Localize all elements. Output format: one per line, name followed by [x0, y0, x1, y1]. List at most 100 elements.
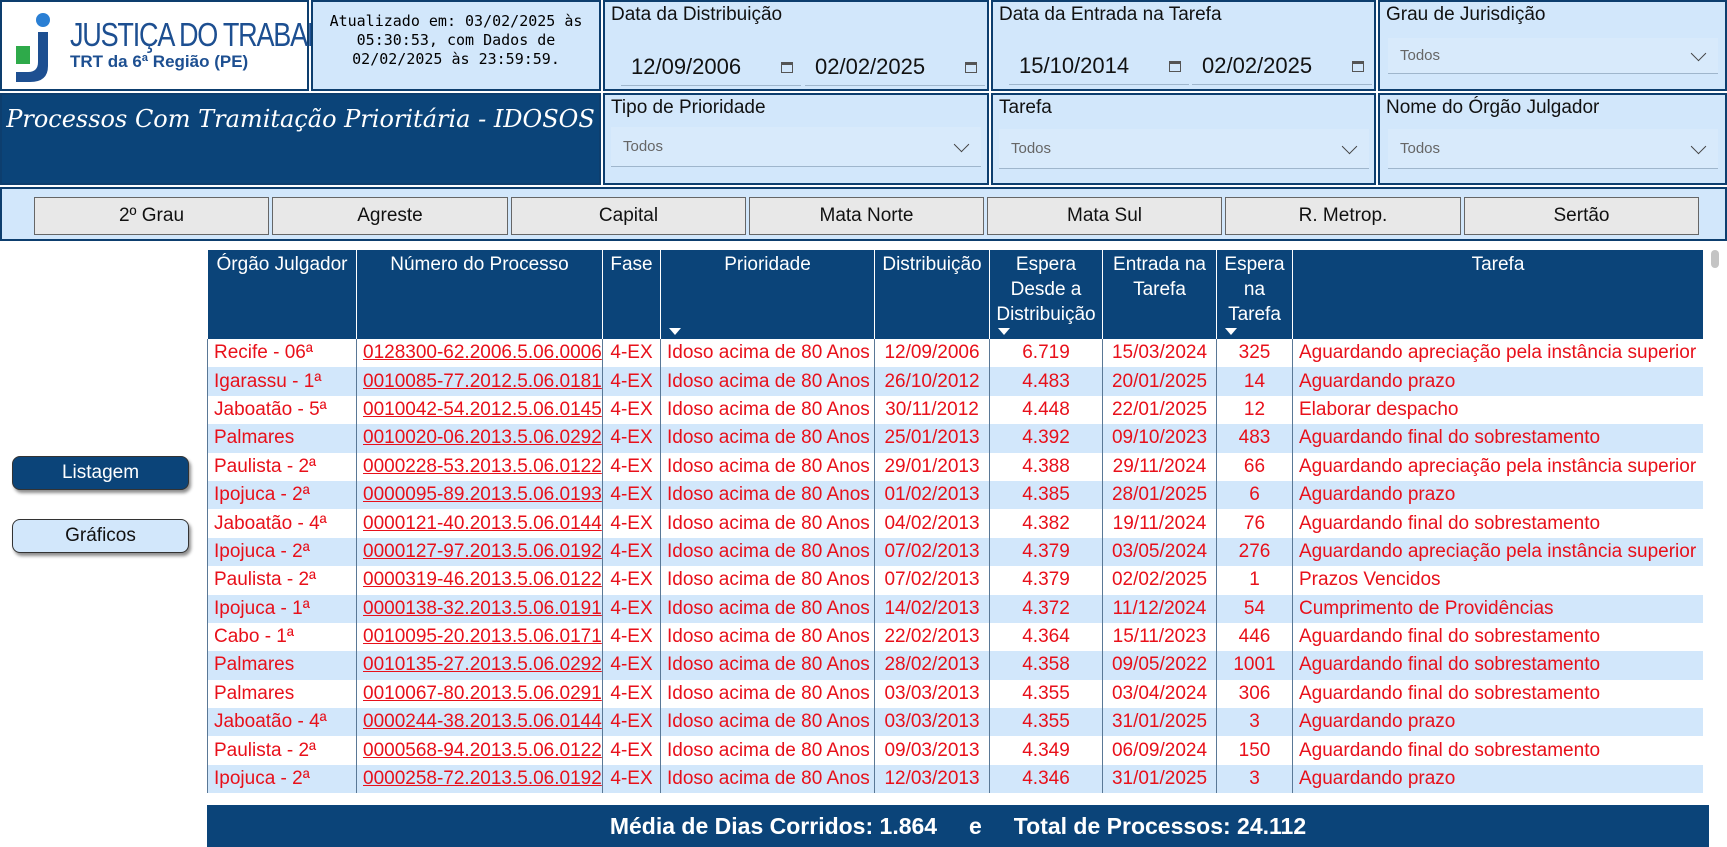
table-row[interactable]: Recife - 06ª 0128300-62.2006.5.06.0006 4-E… — [207, 339, 1703, 368]
tarefa-cell: Prazos Vencidos — [1292, 566, 1703, 595]
region-button-r-metrop[interactable]: R. Metrop. — [1225, 197, 1461, 235]
prioridade-dropdown[interactable]: Todos — [611, 127, 981, 167]
fase-cell: 4-EX — [602, 708, 661, 737]
numero-processo-link[interactable]: 0000244-38.2013.5.06.0144 — [356, 708, 603, 737]
table-row[interactable]: Ipojuca - 2ª 0000095-89.2013.5.06.0193 4-E… — [207, 480, 1703, 510]
espera-distribuicao-cell: 4.379 — [989, 537, 1103, 567]
numero-processo-link[interactable]: 0010020-06.2013.5.06.0292 — [356, 424, 603, 453]
table-row[interactable]: Jaboatão - 4ª 0000121-40.2013.5.06.0144 4-… — [207, 509, 1703, 538]
table-row[interactable]: Igarassu - 1ª 0010085-77.2012.5.06.0181 4-… — [207, 367, 1703, 396]
table-row[interactable]: Jaboatão - 5ª 0010042-54.2012.5.06.0145 4-… — [207, 395, 1703, 425]
entrada-tarefa-cell: 09/05/2022 — [1102, 651, 1217, 680]
tarefa-cell: Aguardando final do sobrestamento — [1292, 424, 1703, 453]
table-row[interactable]: Paulista - 2ª 0000228-53.2013.5.06.0122 4-… — [207, 452, 1703, 481]
date-end-input[interactable]: 02/02/2025 — [1192, 47, 1372, 85]
column-header-espera-distribuicao[interactable]: Espera Desde a Distribuição — [989, 250, 1103, 339]
grau-dropdown[interactable]: Todos — [1388, 38, 1718, 74]
filter-label: Tarefa — [999, 97, 1052, 118]
fase-cell: 4-EX — [602, 736, 661, 765]
column-header-orgao[interactable]: Órgão Julgador — [207, 250, 357, 339]
numero-processo-link[interactable]: 0000258-72.2013.5.06.0192 — [356, 764, 603, 794]
footer-separator — [982, 813, 1014, 840]
numero-processo-link[interactable]: 0000127-97.2013.5.06.0192 — [356, 537, 603, 567]
dropdown-value: Todos — [1011, 140, 1052, 157]
numero-processo-link[interactable]: 0010042-54.2012.5.06.0145 — [356, 395, 603, 425]
table-row[interactable]: Paulista - 2ª 0000319-46.2013.5.06.0122 4-… — [207, 566, 1703, 595]
date-start-input[interactable]: 12/09/2006 — [621, 48, 801, 86]
column-header-tarefa[interactable]: Tarefa — [1292, 250, 1703, 339]
region-button-mata-sul[interactable]: Mata Sul — [987, 197, 1222, 235]
numero-processo-link[interactable]: 0000121-40.2013.5.06.0144 — [356, 509, 603, 538]
header-label: Prioridade — [724, 254, 811, 275]
entrada-tarefa-cell: 31/01/2025 — [1102, 708, 1217, 737]
tarefa-cell: Aguardando final do sobrestamento — [1292, 509, 1703, 538]
listagem-button[interactable]: Listagem — [12, 456, 189, 490]
date-end-input[interactable]: 02/02/2025 — [805, 48, 985, 86]
numero-processo-link[interactable]: 0000095-89.2013.5.06.0193 — [356, 480, 603, 510]
numero-processo-link[interactable]: 0010095-20.2013.5.06.0171 — [356, 622, 603, 652]
calendar-icon[interactable] — [1352, 60, 1364, 72]
table-row[interactable]: Cabo - 1ª 0010095-20.2013.5.06.0171 4-EX Id… — [207, 622, 1703, 652]
date-start-input[interactable]: 15/10/2014 — [1009, 47, 1189, 85]
prioridade-cell: Idoso acima de 80 Anos — [660, 480, 875, 510]
column-header-prioridade[interactable]: Prioridade — [660, 250, 875, 339]
table-row[interactable]: Ipojuca - 2ª 0000127-97.2013.5.06.0192 4-E… — [207, 537, 1703, 567]
column-header-espera-tarefa[interactable]: Espera na Tarefa — [1216, 250, 1293, 339]
media-dias-text: Média de Dias Corridos: 1.864 — [609, 812, 938, 839]
orgao-dropdown[interactable]: Todos — [1388, 129, 1718, 169]
numero-processo-link[interactable]: 0010085-77.2012.5.06.0181 — [356, 367, 603, 396]
fase-cell: 4-EX — [602, 566, 661, 595]
table-row[interactable]: Ipojuca - 1ª 0000138-32.2013.5.06.0191 4-E… — [207, 594, 1703, 623]
filter-tipo-prioridade: Tipo de Prioridade Todos — [603, 93, 989, 185]
entrada-tarefa-cell: 29/11/2024 — [1102, 452, 1217, 481]
numero-processo-link[interactable]: 0000319-46.2013.5.06.0122 — [356, 566, 603, 595]
sort-down-icon[interactable] — [998, 328, 1010, 335]
numero-processo-link[interactable]: 0010067-80.2013.5.06.0291 — [356, 679, 603, 709]
numero-processo-link[interactable]: 0000138-32.2013.5.06.0191 — [356, 594, 603, 623]
column-header-numero[interactable]: Número do Processo — [356, 250, 603, 339]
region-button-agreste[interactable]: Agreste — [272, 197, 508, 235]
region-button-2-grau[interactable]: 2º Grau — [34, 197, 269, 235]
entrada-tarefa-cell: 28/01/2025 — [1102, 480, 1217, 510]
region-button-mata-norte[interactable]: Mata Norte — [749, 197, 984, 235]
orgao-cell: Jaboatão - 5ª — [207, 395, 357, 425]
numero-processo-link[interactable]: 0128300-62.2006.5.06.0006 — [356, 339, 603, 368]
sort-down-icon[interactable] — [669, 328, 681, 335]
table-row[interactable]: Palmares 0010067-80.2013.5.06.0291 4-EX Ido… — [207, 679, 1703, 709]
table-row[interactable]: Jaboatão - 4ª 0000244-38.2013.5.06.0144 4-… — [207, 708, 1703, 737]
tarefa-cell: Aguardando final do sobrestamento — [1292, 679, 1703, 709]
table-row[interactable]: Palmares 0010135-27.2013.5.06.0292 4-EX Ido… — [207, 651, 1703, 680]
espera-distribuicao-cell: 4.346 — [989, 764, 1103, 794]
espera-tarefa-cell: 3 — [1216, 708, 1293, 737]
numero-processo-link[interactable]: 0000568-94.2013.5.06.0122 — [356, 736, 603, 765]
table-row[interactable]: Palmares 0010020-06.2013.5.06.0292 4-EX Ido… — [207, 424, 1703, 453]
calendar-icon[interactable] — [781, 61, 793, 73]
table-header-row: Órgão Julgador Número do Processo Fase P… — [207, 250, 1703, 339]
numero-processo-link[interactable]: 0000228-53.2013.5.06.0122 — [356, 452, 603, 481]
column-header-distribuicao[interactable]: Distribuição — [874, 250, 990, 339]
numero-processo-link[interactable]: 0010135-27.2013.5.06.0292 — [356, 651, 603, 680]
table-row[interactable]: Paulista - 2ª 0000568-94.2013.5.06.0122 4-… — [207, 736, 1703, 765]
calendar-icon[interactable] — [1169, 60, 1181, 72]
sort-down-icon[interactable] — [1225, 328, 1237, 335]
column-header-fase[interactable]: Fase — [602, 250, 661, 339]
filter-data-entrada: Data da Entrada na Tarefa 15/10/2014 02/… — [991, 0, 1376, 91]
espera-distribuicao-cell: 4.364 — [989, 622, 1103, 652]
prioridade-cell: Idoso acima de 80 Anos — [660, 594, 875, 623]
region-button-sertao[interactable]: Sertão — [1464, 197, 1699, 235]
tarefa-dropdown[interactable]: Todos — [999, 129, 1369, 169]
orgao-cell: Jaboatão - 4ª — [207, 708, 357, 737]
espera-tarefa-cell: 325 — [1216, 339, 1293, 368]
table-row[interactable]: Ipojuca - 2ª 0000258-72.2013.5.06.0192 4-E… — [207, 764, 1703, 794]
fase-cell: 4-EX — [602, 367, 661, 396]
calendar-icon[interactable] — [965, 61, 977, 73]
region-button-capital[interactable]: Capital — [511, 197, 746, 235]
distribuicao-cell: 28/02/2013 — [874, 651, 990, 680]
espera-distribuicao-cell: 4.355 — [989, 679, 1103, 709]
column-header-entrada-tarefa[interactable]: Entrada na Tarefa — [1102, 250, 1217, 339]
espera-distribuicao-cell: 4.388 — [989, 452, 1103, 481]
table-scrollbar[interactable] — [1711, 250, 1719, 268]
graficos-button[interactable]: Gráficos — [12, 519, 189, 553]
espera-tarefa-cell: 54 — [1216, 594, 1293, 623]
espera-tarefa-cell: 76 — [1216, 509, 1293, 538]
